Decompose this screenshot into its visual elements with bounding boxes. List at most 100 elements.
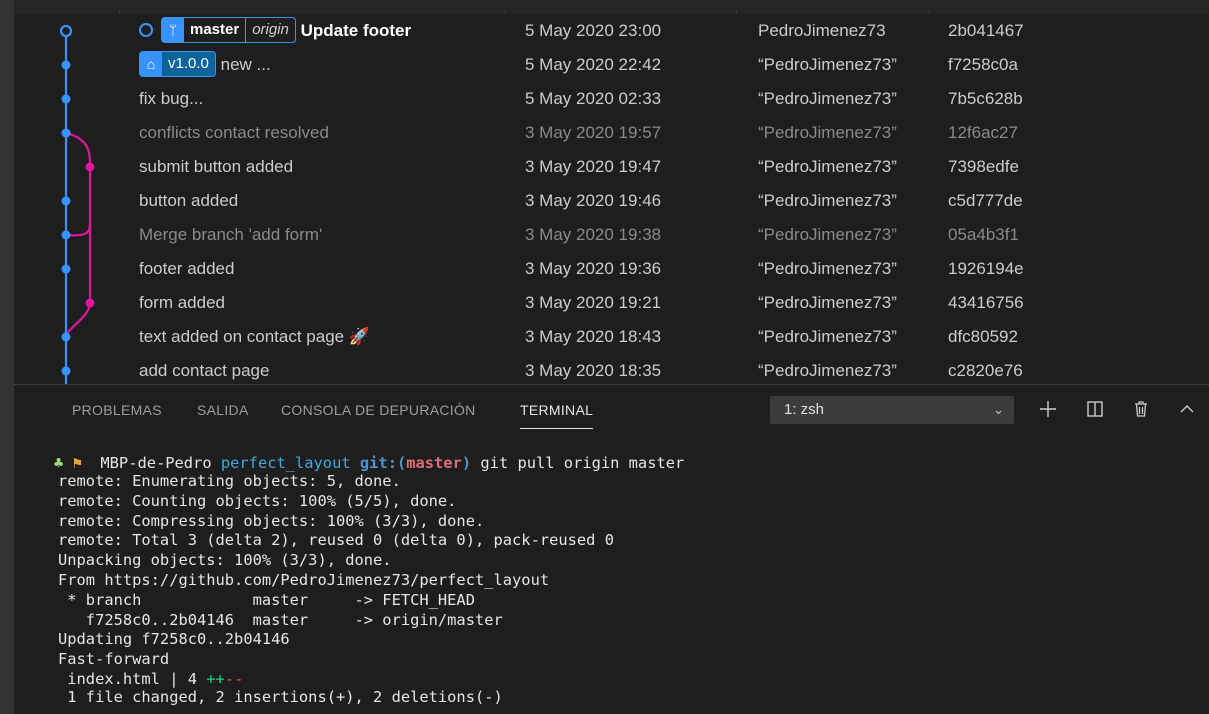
prompt-command: git pull origin master [480,454,685,472]
terminal-line: remote: Counting objects: 100% (5/5), do… [58,491,457,510]
commit-author: “PedroJimenez73” [758,361,897,380]
activity-bar [0,0,14,714]
commit-message-text: button added [139,191,239,210]
prompt-host: MBP-de-Pedro [100,454,212,472]
commit-message-text: fix bug... [139,89,204,108]
terminal-line: remote: Total 3 (delta 2), reused 0 (del… [58,531,614,550]
terminal-line: Unpacking objects: 100% (3/3), done. [58,551,392,570]
tab-problemas[interactable]: PROBLEMAS [72,402,162,418]
commit-message: ᛘ master origin Update footer [139,14,411,48]
terminal-line: remote: Enumerating objects: 5, done. [58,472,401,490]
flag-icon: ⚑ [72,454,82,472]
tag-name: v1.0.0 [168,55,209,73]
prompt-dir: perfect_layout [220,454,351,472]
commit-author: “PedroJimenez73” [758,123,897,142]
commit-date: 3 May 2020 18:35 [525,361,662,380]
commit-row[interactable]: form added 3 May 2020 19:21 “PedroJimenez7… [14,286,1209,320]
tab-consola-depuracion[interactable]: CONSOLA DE DEPURACIÓN [281,402,476,418]
commit-row[interactable]: text added on contact page 🚀 3 May 2020 1… [14,320,1209,354]
panel-header: PROBLEMAS SALIDA CONSOLA DE DEPURACIÓN T… [14,384,1209,435]
commit-date: 3 May 2020 19:57 [525,123,662,142]
branch-name: master [190,21,240,39]
tab-terminal[interactable]: TERMINAL [520,402,594,429]
commit-author: “PedroJimenez73” [758,327,897,346]
commit-hash: 1926194e [948,259,1024,278]
prompt-git-close: ) [461,454,472,472]
commit-date: 3 May 2020 19:36 [525,259,662,278]
commit-hash: 12f6ac27 [948,123,1018,142]
git-branch-icon: ᛘ [162,18,184,43]
commit-row[interactable]: ⌂ v1.0.0 new ... 5 May 2020 22:42 “PedroJim… [14,48,1209,82]
commit-row[interactable]: fix bug... 5 May 2020 02:33 “PedroJimenez7… [14,82,1209,116]
terminal-line: From https://github.com/PedroJimenez73/p… [58,571,550,589]
commit-author: “PedroJimenez73” [758,293,897,312]
commit-date: 3 May 2020 18:43 [525,327,662,346]
commit-hash: 2b041467 [948,21,1024,40]
commit-row[interactable]: submit button added 3 May 2020 19:47 “Pedr… [14,150,1209,184]
diffstat-plus: ++ [206,670,225,688]
terminal-diffstat-line: index.html | 4 ++-- [58,670,243,688]
terminal-line: Fast-forward [58,650,170,669]
commit-hash: dfc80592 [948,327,1018,346]
commit-author: PedroJimenez73 [758,21,886,40]
commit-message-text: conflicts contact resolved [139,123,329,142]
vscode-window: ᛘ master origin Update footer 5 May 2020 23… [0,0,1209,714]
commit-date: 5 May 2020 22:42 [525,55,662,74]
commit-message-text: submit button added [139,157,294,176]
chevron-up-icon[interactable] [1175,397,1199,421]
commit-hash: 7398edfe [948,157,1019,176]
commit-message: Merge branch 'add form' [139,218,322,252]
commit-message-text: add contact page [139,361,270,380]
commit-message-text: Merge branch 'add form' [139,225,323,244]
commit-hash: 7b5c628b [948,89,1023,108]
prompt-branch: master [406,454,462,472]
tab-salida[interactable]: SALIDA [197,402,249,418]
trash-icon[interactable] [1129,397,1153,421]
commit-message: text added on contact page 🚀 [139,320,370,354]
graph-header-strip [14,0,1209,14]
commit-message-text: form added [139,293,225,312]
commit-hash: 43416756 [948,293,1024,312]
commit-author: “PedroJimenez73” [758,157,897,176]
plus-icon[interactable] [1036,397,1060,421]
commit-date: 3 May 2020 19:21 [525,293,662,312]
commit-date: 3 May 2020 19:47 [525,157,662,176]
terminal-select-value: 1: zsh [784,401,825,418]
commit-date: 3 May 2020 19:46 [525,191,662,210]
tag-badge[interactable]: ⌂ v1.0.0 [139,51,216,78]
commit-row[interactable]: ᛘ master origin Update footer 5 May 2020 23… [14,14,1209,48]
commit-hash: c2820e76 [948,361,1023,380]
split-icon[interactable] [1083,397,1107,421]
head-commit-icon [139,23,153,38]
commit-message: ⌂ v1.0.0 new ... [139,48,271,82]
commit-row[interactable]: conflicts contact resolved 3 May 2020 19:… [14,116,1209,150]
commit-message: fix bug... [139,82,203,116]
terminal-select[interactable]: 1: zsh ⌄ [770,396,1014,424]
commit-author: “PedroJimenez73” [758,259,897,278]
commit-message-text: Update footer [300,21,412,40]
commit-row[interactable]: button added 3 May 2020 19:46 “PedroJimene… [14,184,1209,218]
terminal-line: f7258c0..2b04146 master -> origin/master [58,610,503,629]
commit-row[interactable]: Merge branch 'add form' 3 May 2020 19:38 “… [14,218,1209,252]
commit-hash: f7258c0a [948,55,1018,74]
commit-message-text: text added on contact page 🚀 [139,327,370,346]
commit-message-text: new ... [220,55,271,74]
terminal-output[interactable]: ♣ ⚑ MBP-de-Pedro perfect_layout git:(mas… [14,434,1209,714]
chevron-down-icon: ⌄ [993,402,1004,417]
diffstat-minus: -- [224,670,244,688]
commit-message: add contact page [139,354,269,388]
commit-message: footer added [139,252,234,286]
commit-hash: c5d777de [948,191,1023,210]
commit-author: “PedroJimenez73” [758,55,897,74]
commit-hash: 05a4b3f1 [948,225,1019,244]
tree-icon: ♣ [54,454,64,472]
commit-row[interactable]: add contact page 3 May 2020 18:35 “PedroJi… [14,354,1209,388]
commit-row[interactable]: footer added 3 May 2020 19:36 “PedroJimene… [14,252,1209,286]
terminal-line: remote: Compressing objects: 100% (3/3),… [58,511,485,530]
terminal-prompt-line: ♣ ⚑ MBP-de-Pedro perfect_layout git:(mas… [54,454,684,472]
prompt-git: git:( [359,454,407,472]
branch-badge[interactable]: ᛘ master origin [161,17,296,44]
commit-message: submit button added [139,150,293,184]
tag-icon: ⌂ [140,52,162,77]
terminal-summary-line: 1 file changed, 2 insertions(+), 2 delet… [58,688,503,706]
